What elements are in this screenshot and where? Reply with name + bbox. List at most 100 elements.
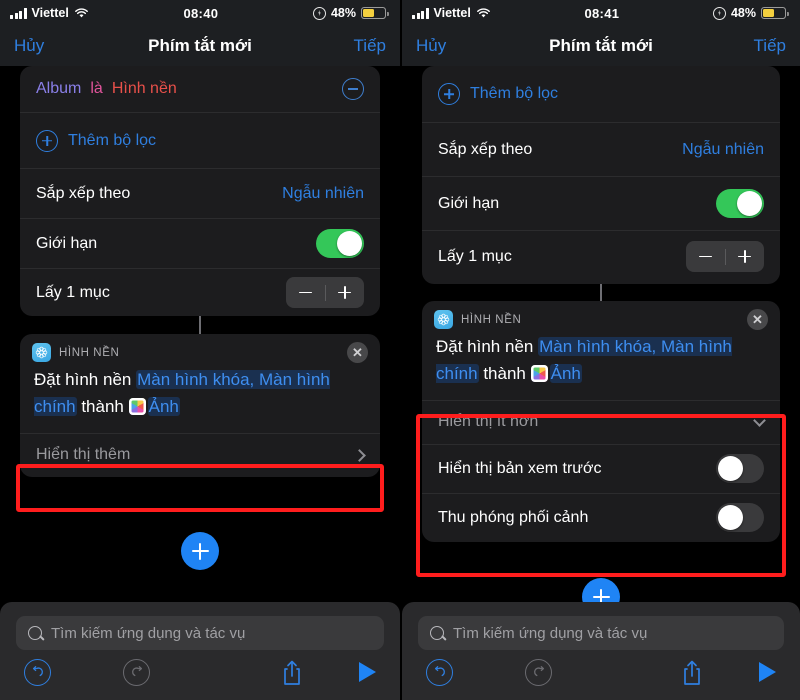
- sort-row[interactable]: Sắp xếp theo Ngẫu nhiên: [20, 168, 380, 218]
- add-filter-row[interactable]: Thêm bộ lọc: [422, 66, 780, 122]
- perspective-toggle[interactable]: [716, 503, 764, 533]
- filter-value[interactable]: Hình nền: [112, 80, 177, 98]
- limit-toggle[interactable]: [716, 189, 764, 218]
- redo-icon[interactable]: [123, 658, 150, 686]
- next-button[interactable]: Tiếp: [716, 36, 786, 56]
- plus-icon[interactable]: [326, 277, 365, 308]
- editor-toolbar: [402, 650, 800, 694]
- search-bar[interactable]: Tìm kiếm ứng dụng và tác vụ: [418, 616, 784, 650]
- low-power-icon: [312, 6, 326, 20]
- find-photos-card: Thêm bộ lọc Sắp xếp theo Ngẫu nhiên Giới…: [422, 66, 780, 284]
- card-connector: [600, 284, 602, 301]
- battery-percent: 48%: [330, 6, 356, 20]
- sort-label: Sắp xếp theo: [36, 184, 131, 202]
- undo-icon[interactable]: [24, 658, 51, 686]
- share-icon[interactable]: [281, 659, 303, 686]
- close-icon[interactable]: ✕: [747, 309, 768, 330]
- action-app-name: HÌNH NỀN: [59, 346, 120, 359]
- shortcut-editor-scroll[interactable]: Thêm bộ lọc Sắp xếp theo Ngẫu nhiên Giới…: [402, 66, 800, 700]
- minus-circle-icon[interactable]: [342, 78, 364, 100]
- action-description: Đặt hình nền Màn hình khóa, Màn hình chí…: [20, 365, 380, 433]
- find-photos-card: Album là Hình nền Thêm bộ lọc Sắp xếp th…: [20, 66, 380, 316]
- plus-circle-icon[interactable]: [438, 83, 460, 105]
- action-text-1: Đặt hình nền: [34, 370, 132, 389]
- status-bar: Viettel 08:40 48%: [0, 0, 400, 26]
- play-icon[interactable]: [759, 662, 776, 682]
- next-button[interactable]: Tiếp: [316, 36, 386, 56]
- phone-screen-left: Viettel 08:40 48% Hủy Phím tắt mới Tiếp: [0, 0, 400, 700]
- page-title: Phím tắt mới: [549, 36, 653, 55]
- quantity-stepper[interactable]: [686, 241, 764, 272]
- action-param-2[interactable]: Ảnh: [147, 396, 180, 416]
- battery-icon: [761, 7, 789, 19]
- add-filter-label[interactable]: Thêm bộ lọc: [470, 85, 558, 103]
- option-row-perspective[interactable]: Thu phóng phối cảnh: [422, 492, 780, 542]
- bottom-dock: Tìm kiếm ứng dụng và tác vụ: [402, 602, 800, 700]
- limit-toggle[interactable]: [316, 229, 364, 258]
- redo-icon[interactable]: [525, 658, 552, 686]
- option-row-preview[interactable]: Hiển thị bản xem trước: [422, 443, 780, 493]
- add-action-button[interactable]: [181, 532, 219, 570]
- search-input[interactable]: Tìm kiếm ứng dụng và tác vụ: [51, 625, 245, 642]
- action-param-2[interactable]: Ảnh: [549, 363, 582, 383]
- minus-icon[interactable]: [686, 241, 725, 272]
- shortcut-editor-scroll[interactable]: Album là Hình nền Thêm bộ lọc Sắp xếp th…: [0, 66, 400, 700]
- sort-value[interactable]: Ngẫu nhiên: [282, 185, 364, 203]
- preview-toggle[interactable]: [716, 454, 764, 484]
- set-wallpaper-action-card: HÌNH NỀN ✕ Đặt hình nền Màn hình khóa, M…: [20, 334, 380, 477]
- carrier-label: Viettel: [31, 6, 69, 20]
- search-bar[interactable]: Tìm kiếm ứng dụng và tác vụ: [16, 616, 384, 650]
- filter-field[interactable]: Album: [36, 80, 81, 98]
- action-header: HÌNH NỀN ✕: [422, 301, 780, 332]
- action-text-2: thành: [81, 396, 124, 416]
- screenshot-pair: Viettel 08:40 48% Hủy Phím tắt mới Tiếp: [0, 0, 800, 700]
- plus-icon[interactable]: [726, 241, 765, 272]
- share-icon[interactable]: [681, 659, 703, 686]
- signal-bars-icon: [412, 7, 429, 19]
- show-more-row[interactable]: Hiển thị thêm: [20, 432, 380, 477]
- action-text-2: thành: [483, 363, 526, 383]
- add-filter-row[interactable]: Thêm bộ lọc: [20, 112, 380, 168]
- search-input[interactable]: Tìm kiếm ứng dụng và tác vụ: [453, 625, 647, 642]
- chevron-right-icon: [353, 448, 366, 462]
- sort-row[interactable]: Sắp xếp theo Ngẫu nhiên: [422, 122, 780, 176]
- cancel-button[interactable]: Hủy: [416, 36, 486, 56]
- wallpaper-icon: [434, 310, 453, 329]
- chevron-down-icon: [753, 413, 766, 427]
- limit-row[interactable]: Giới hạn: [20, 218, 380, 268]
- play-icon[interactable]: [359, 662, 376, 682]
- status-left: Viettel: [10, 6, 89, 20]
- sort-value[interactable]: Ngẫu nhiên: [682, 141, 764, 159]
- cancel-button[interactable]: Hủy: [14, 36, 84, 56]
- status-left: Viettel: [412, 6, 491, 20]
- show-less-label: Hiển thị ít hơn: [438, 413, 539, 431]
- undo-icon[interactable]: [426, 658, 453, 686]
- show-less-row[interactable]: Hiển thị ít hơn: [422, 399, 780, 444]
- show-more-label: Hiển thị thêm: [36, 446, 131, 464]
- bottom-dock: Tìm kiếm ứng dụng và tác vụ: [0, 602, 400, 700]
- close-icon[interactable]: ✕: [347, 342, 368, 363]
- minus-icon[interactable]: [286, 277, 325, 308]
- count-label: Lấy 1 mục: [36, 283, 110, 301]
- limit-row[interactable]: Giới hạn: [422, 176, 780, 230]
- count-row[interactable]: Lấy 1 mục: [422, 230, 780, 282]
- status-clock: 08:41: [584, 5, 620, 21]
- action-text-1: Đặt hình nền: [436, 337, 534, 356]
- photos-icon: [128, 397, 146, 415]
- quantity-stepper[interactable]: [286, 277, 364, 308]
- filter-operator[interactable]: là: [90, 80, 102, 98]
- action-description: Đặt hình nền Màn hình khóa, Màn hình chí…: [422, 332, 780, 400]
- wallpaper-icon: [32, 343, 51, 362]
- plus-circle-icon[interactable]: [36, 129, 58, 152]
- add-filter-label[interactable]: Thêm bộ lọc: [68, 132, 156, 150]
- count-row[interactable]: Lấy 1 mục: [20, 268, 380, 316]
- status-bar: Viettel 08:41 48%: [402, 0, 800, 26]
- nav-bar: Hủy Phím tắt mới Tiếp: [0, 26, 400, 66]
- phone-screen-right: Viettel 08:41 48% Hủy Phím tắt mới Tiếp: [400, 0, 800, 700]
- filter-row[interactable]: Album là Hình nền: [20, 66, 380, 112]
- option-label: Thu phóng phối cảnh: [438, 508, 589, 526]
- status-clock: 08:40: [183, 5, 219, 21]
- limit-label: Giới hạn: [36, 234, 98, 252]
- sort-label: Sắp xếp theo: [438, 140, 533, 158]
- signal-bars-icon: [10, 7, 27, 19]
